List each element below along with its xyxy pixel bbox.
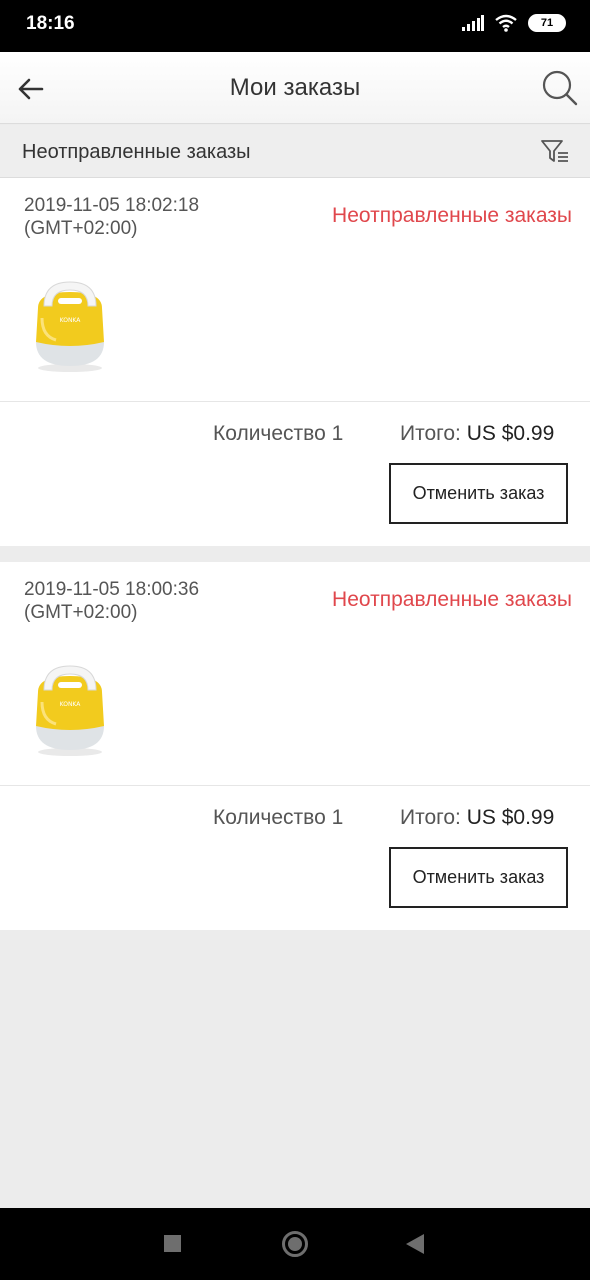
filter-label: Неотправленные заказы xyxy=(22,141,251,163)
search-icon xyxy=(542,70,578,106)
order-date: 2019-11-05 18:00:36 (GMT+02:00) xyxy=(24,578,199,624)
order-total: Итого: US $0.99 xyxy=(400,806,554,830)
back-triangle-icon[interactable] xyxy=(406,1234,424,1254)
filter-button[interactable] xyxy=(540,137,570,167)
order-quantity: Количество 1 xyxy=(213,806,344,829)
order-total-label: Итого: xyxy=(400,806,461,829)
system-nav-bar xyxy=(0,1208,590,1280)
product-brand: KONKA xyxy=(60,701,82,708)
filter-icon xyxy=(541,140,568,162)
order-total: Итого: US $0.99 xyxy=(400,422,554,446)
order-date: 2019-11-05 18:02:18 (GMT+02:00) xyxy=(24,194,199,240)
order-card[interactable]: 2019-11-05 18:00:36 (GMT+02:00) Неотправ… xyxy=(0,562,590,930)
order-total-value: US $0.99 xyxy=(466,422,555,445)
signal-icon xyxy=(462,15,484,31)
product-brand: KONKA xyxy=(60,317,82,324)
order-total-label: Итого: xyxy=(400,422,461,445)
search-button[interactable] xyxy=(540,68,580,108)
order-summary[interactable]: 2019-11-05 18:02:18 (GMT+02:00) Неотправ… xyxy=(0,178,590,402)
wifi-icon xyxy=(495,14,517,32)
home-circle-icon[interactable] xyxy=(282,1231,308,1257)
order-summary[interactable]: 2019-11-05 18:00:36 (GMT+02:00) Неотправ… xyxy=(0,562,590,786)
order-footer: Количество 1 Итого: US $0.99 Отменить за… xyxy=(0,786,590,930)
status-time: 18:16 xyxy=(26,13,75,34)
order-timezone: (GMT+02:00) xyxy=(24,602,138,623)
product-image[interactable]: KONKA xyxy=(28,278,112,374)
status-bar: 18:16 71 xyxy=(0,0,590,52)
app-bar: Мои заказы xyxy=(0,52,590,124)
cancel-order-button[interactable]: Отменить заказ xyxy=(389,847,568,908)
order-quantity: Количество 1 xyxy=(213,422,344,445)
cancel-order-button[interactable]: Отменить заказ xyxy=(389,463,568,524)
recents-square-icon[interactable] xyxy=(164,1235,181,1252)
product-image[interactable]: KONKA xyxy=(28,662,112,758)
status-icons: 71 xyxy=(462,14,566,32)
filter-bar: Неотправленные заказы xyxy=(0,125,590,178)
order-datetime: 2019-11-05 18:00:36 xyxy=(24,579,200,600)
order-timezone: (GMT+02:00) xyxy=(24,218,138,239)
order-total-value: US $0.99 xyxy=(466,806,555,829)
order-status: Неотправленные заказы xyxy=(332,204,572,227)
battery-level: 71 xyxy=(540,17,554,29)
order-footer: Количество 1 Итого: US $0.99 Отменить за… xyxy=(0,402,590,546)
battery-icon: 71 xyxy=(528,14,566,32)
order-datetime: 2019-11-05 18:02:18 xyxy=(24,195,200,216)
page-title: Мои заказы xyxy=(229,74,361,101)
order-status: Неотправленные заказы xyxy=(332,588,572,611)
order-card[interactable]: 2019-11-05 18:02:18 (GMT+02:00) Неотправ… xyxy=(0,178,590,546)
